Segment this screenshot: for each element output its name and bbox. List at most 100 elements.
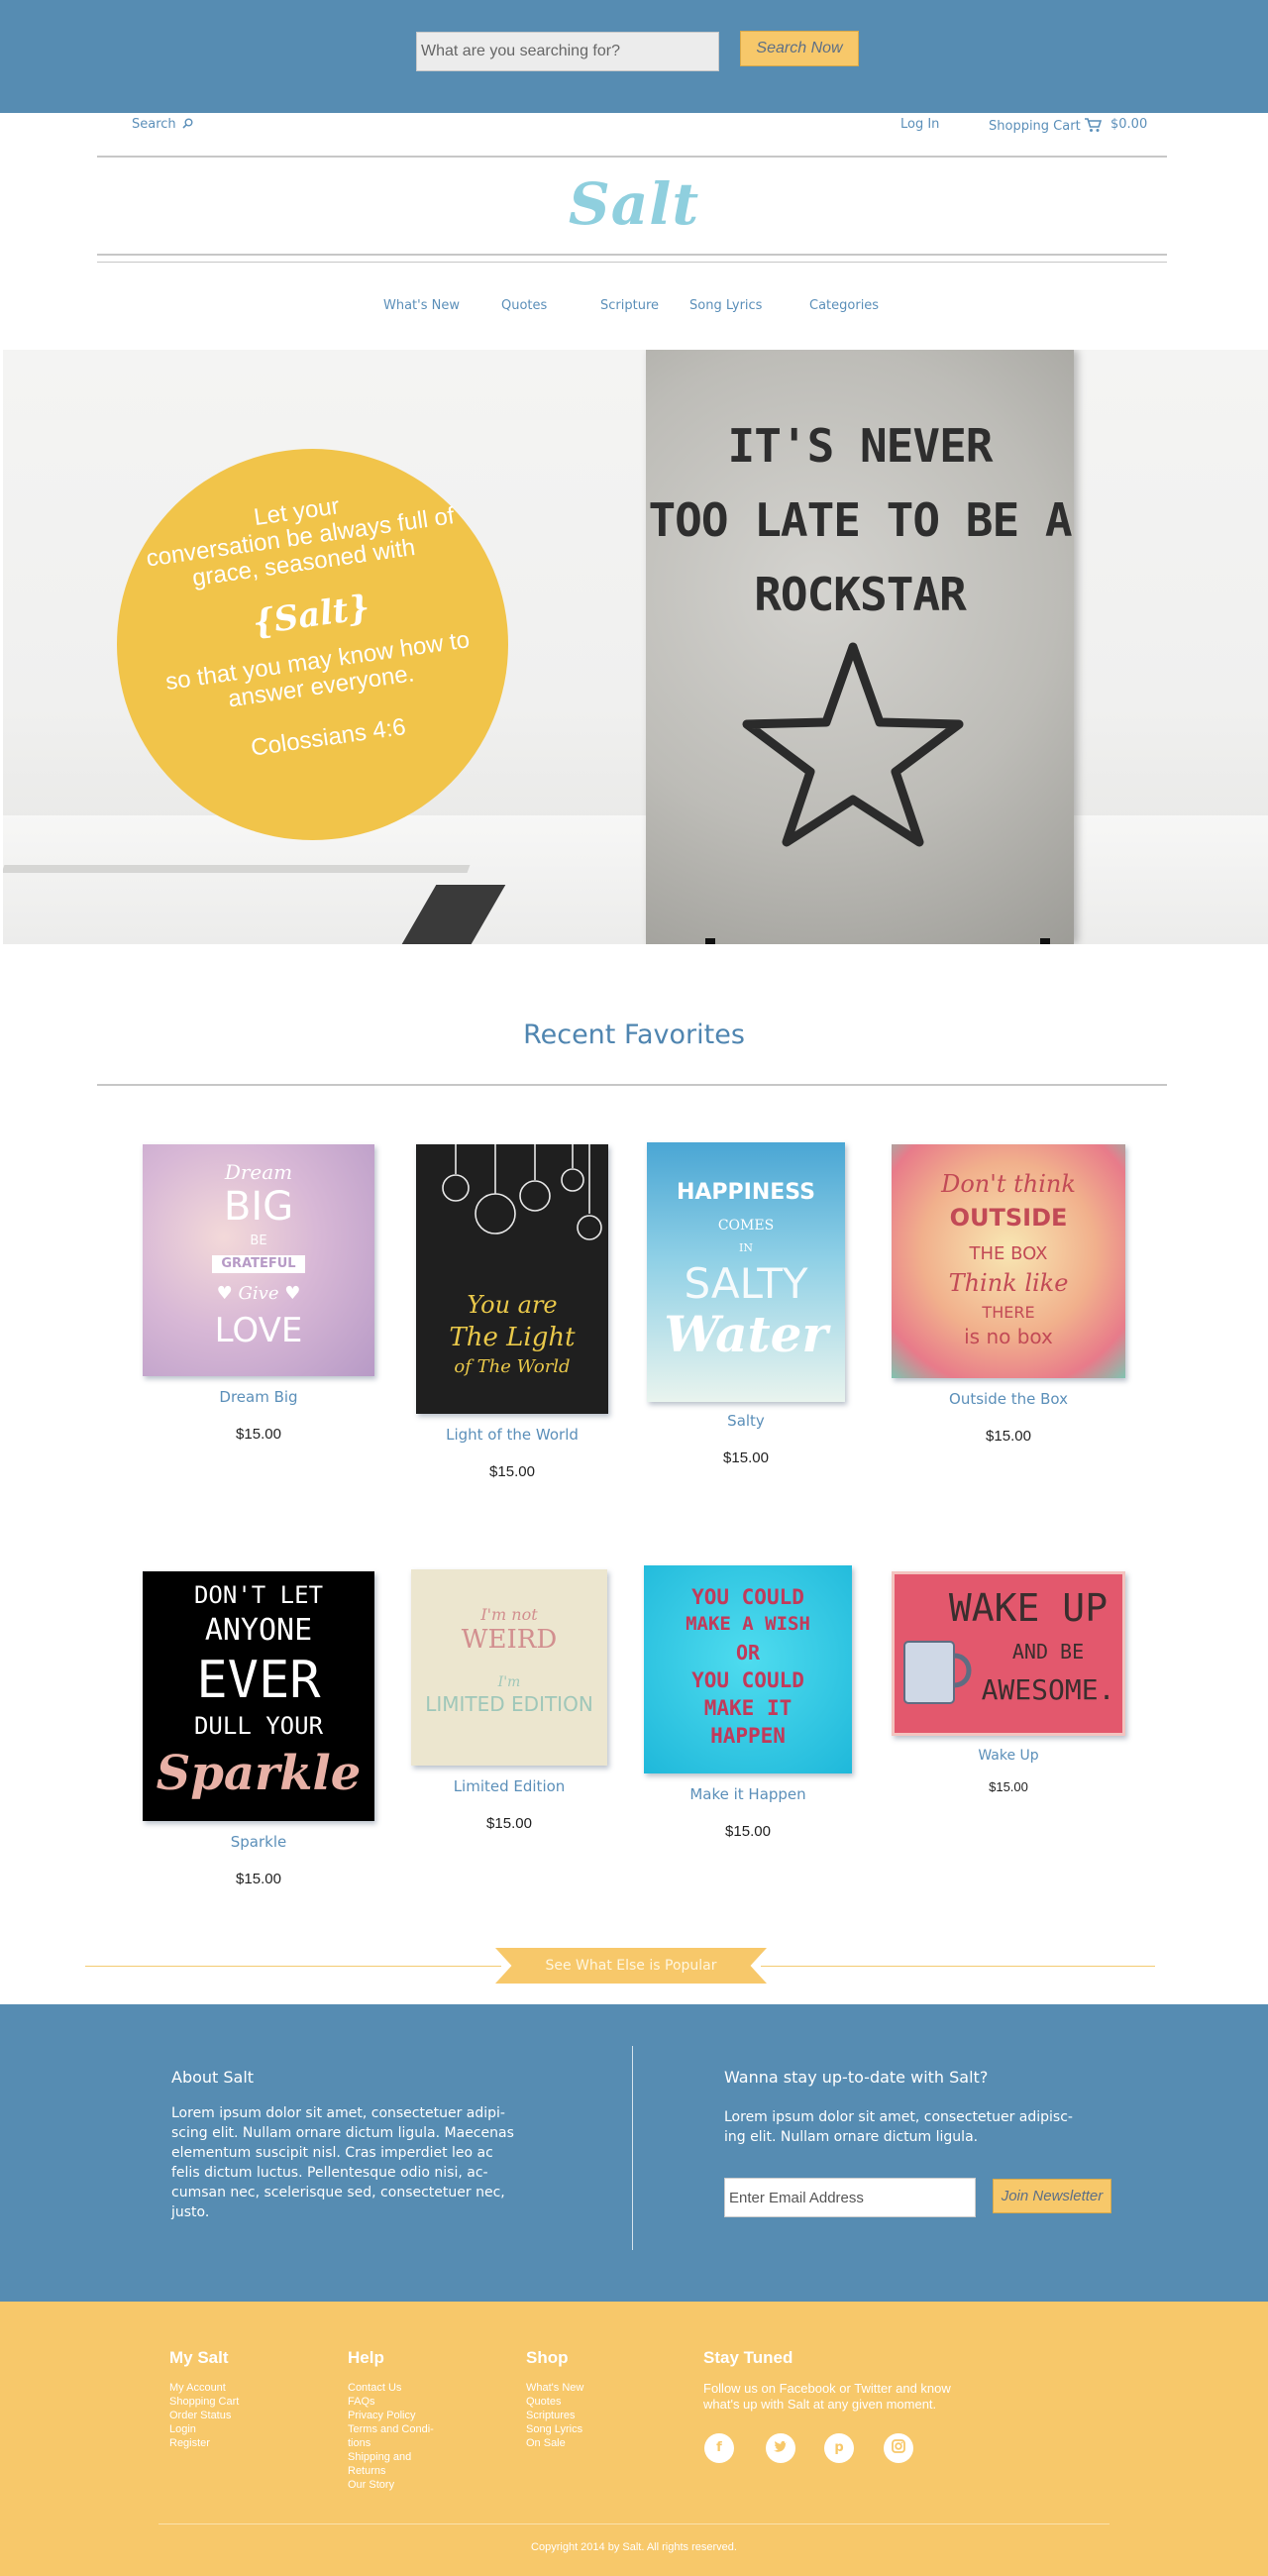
footer-link[interactable]: Song Lyrics (526, 2422, 583, 2436)
footer-link[interactable]: What's New (526, 2381, 583, 2395)
product-card-sparkle[interactable]: DON'T LET ANYONE EVER DULL YOUR Sparkle … (143, 1571, 374, 1887)
product-price: $15.00 (486, 1815, 532, 1832)
pinterest-icon[interactable]: p (824, 2433, 854, 2463)
nav-quotes[interactable]: Quotes (501, 298, 547, 313)
section-rule (97, 1084, 1167, 1086)
footer-links-shop: What's New Quotes Scriptures Song Lyrics… (526, 2381, 583, 2450)
poster-foot (705, 938, 715, 944)
copyright-text: Copyright 2014 by Salt. All rights reser… (531, 2541, 737, 2553)
footer-link[interactable]: Register (169, 2436, 239, 2450)
footer-link[interactable]: Shipping and (348, 2450, 434, 2464)
art-line: HAPPEN (710, 1724, 786, 1748)
shopping-cart-link[interactable]: Shopping Cart (989, 117, 1106, 134)
product-name[interactable]: Wake Up (892, 1748, 1125, 1764)
footer-rule (158, 2523, 1110, 2524)
art-line: BE (250, 1234, 267, 1248)
utility-search-label[interactable]: Search (132, 117, 176, 132)
product-name[interactable]: Salty (642, 1412, 850, 1430)
art-line: Don't think (941, 1170, 1076, 1198)
footer-link[interactable]: Contact Us (348, 2381, 434, 2395)
product-art-limited-edition[interactable]: I'm not WEIRD I'm LIMITED EDITION (411, 1569, 607, 1766)
hero-floor (3, 815, 1268, 944)
magnifier-icon[interactable] (182, 118, 193, 129)
product-card-make-it-happen[interactable]: YOU COULD MAKE A WISH OR YOU COULD MAKE … (644, 1565, 852, 1840)
nav-categories[interactable]: Categories (809, 298, 879, 313)
product-name[interactable]: Light of the World (408, 1426, 616, 1444)
product-art-dream-big[interactable]: Dream BIG BE GRATEFUL ♥ Give ♥ LOVE (143, 1144, 374, 1376)
product-art-light-of-the-world[interactable]: You are The Light of The World (416, 1144, 608, 1414)
art-line: Dream (224, 1160, 293, 1184)
product-card-wake-up[interactable]: WAKE UP AND BE AWESOME. Wake Up $15.00 (892, 1571, 1125, 1794)
join-newsletter-button[interactable]: Join Newsletter (993, 2179, 1111, 2213)
footer-link[interactable]: Returns (348, 2464, 434, 2478)
utility-search-link[interactable]: Search (132, 117, 193, 132)
product-price: $15.00 (725, 1823, 771, 1840)
facebook-icon[interactable]: f (704, 2433, 734, 2463)
product-name[interactable]: Make it Happen (644, 1785, 852, 1803)
product-price: $15.00 (986, 1428, 1031, 1445)
footer-link[interactable]: Shopping Cart (169, 2395, 239, 2409)
art-line: DON'T LET (193, 1581, 324, 1609)
footer-link[interactable]: Our Story (348, 2478, 434, 2492)
art-line: AND BE (1011, 1640, 1085, 1664)
art-line: COMES (717, 1218, 775, 1234)
cart-icon[interactable] (1084, 117, 1102, 133)
art-line: You are (467, 1291, 558, 1319)
footer-link[interactable]: My Account (169, 2381, 239, 2395)
search-now-button[interactable]: Search Now (740, 31, 859, 66)
footer-link[interactable]: On Sale (526, 2436, 583, 2450)
about-title: About Salt (171, 2068, 255, 2087)
product-card-dream-big[interactable]: Dream BIG BE GRATEFUL ♥ Give ♥ LOVE Drea… (143, 1144, 374, 1443)
art-line: I'm not (480, 1605, 538, 1624)
footer-link[interactable]: Privacy Policy (348, 2409, 434, 2422)
product-card-outside-the-box[interactable]: Don't think OUTSIDE THE BOX Think like T… (892, 1144, 1125, 1445)
stay-tuned-line: what's up with Salt at any given moment. (703, 2397, 937, 2412)
product-card-light-of-the-world[interactable]: You are The Light of The World Light of … (408, 1144, 616, 1480)
art-line: BIG (223, 1184, 294, 1230)
email-field[interactable] (724, 2178, 976, 2217)
instagram-icon[interactable] (884, 2433, 913, 2463)
art-line: GRATEFUL (212, 1255, 305, 1273)
product-name[interactable]: Outside the Box (892, 1390, 1125, 1408)
art-line: THE BOX (969, 1243, 1048, 1264)
product-name[interactable]: Limited Edition (410, 1777, 608, 1795)
art-line: MAKE A WISH (686, 1613, 810, 1635)
product-name[interactable]: Dream Big (143, 1388, 374, 1406)
hero-verse-text: Let your conversation be always full of … (111, 474, 514, 777)
product-art-make-it-happen[interactable]: YOU COULD MAKE A WISH OR YOU COULD MAKE … (644, 1565, 852, 1773)
footer-link[interactable]: Login (169, 2422, 239, 2436)
footer-link[interactable]: tions (348, 2436, 434, 2450)
site-logo[interactable]: Salt (0, 170, 1268, 238)
search-input[interactable] (416, 32, 719, 71)
twitter-icon[interactable] (766, 2433, 795, 2463)
product-art-salty[interactable]: HAPPINESS COMES IN SALTY Water (647, 1142, 845, 1402)
footer-link[interactable]: Order Status (169, 2409, 239, 2422)
site-footer: My Salt My Account Shopping Cart Order S… (0, 2302, 1268, 2576)
product-price: $15.00 (989, 1779, 1028, 1794)
about-body-line: scing elit. Nullam ornare dictum ligula.… (171, 2125, 514, 2141)
footer-link[interactable]: Scriptures (526, 2409, 583, 2422)
product-art-wake-up[interactable]: WAKE UP AND BE AWESOME. (892, 1571, 1125, 1736)
hero-banner[interactable]: Let your conversation be always full of … (3, 350, 1268, 944)
footer-link[interactable]: Terms and Condi- (348, 2422, 434, 2436)
nav-whats-new[interactable]: What's New (383, 298, 460, 313)
product-card-limited-edition[interactable]: I'm not WEIRD I'm LIMITED EDITION Limite… (410, 1569, 608, 1832)
newsletter-body-line: ing elit. Nullam ornare dictum ligula. (724, 2129, 979, 2145)
product-art-outside-the-box[interactable]: Don't think OUTSIDE THE BOX Think like T… (892, 1144, 1125, 1378)
nav-song-lyrics[interactable]: Song Lyrics (689, 298, 762, 313)
see-popular-ribbon-button[interactable]: See What Else is Popular (495, 1948, 767, 1984)
product-price: $15.00 (489, 1463, 535, 1480)
product-art-sparkle[interactable]: DON'T LET ANYONE EVER DULL YOUR Sparkle (143, 1571, 374, 1821)
poster-line: IT'S NEVER (727, 419, 994, 473)
art-line: LOVE (214, 1311, 303, 1350)
nav-scripture[interactable]: Scripture (600, 298, 659, 313)
product-card-salty[interactable]: HAPPINESS COMES IN SALTY Water Salty $15… (642, 1142, 850, 1466)
art-line: YOU COULD (691, 1668, 804, 1692)
footer-link[interactable]: Quotes (526, 2395, 583, 2409)
art-line: OR (735, 1641, 761, 1664)
footer-link[interactable]: FAQs (348, 2395, 434, 2409)
product-name[interactable]: Sparkle (143, 1833, 374, 1851)
shopping-cart-label[interactable]: Shopping Cart (989, 119, 1081, 134)
newsletter-title: Wanna stay up-to-date with Salt? (724, 2068, 989, 2087)
login-link[interactable]: Log In (900, 117, 939, 132)
